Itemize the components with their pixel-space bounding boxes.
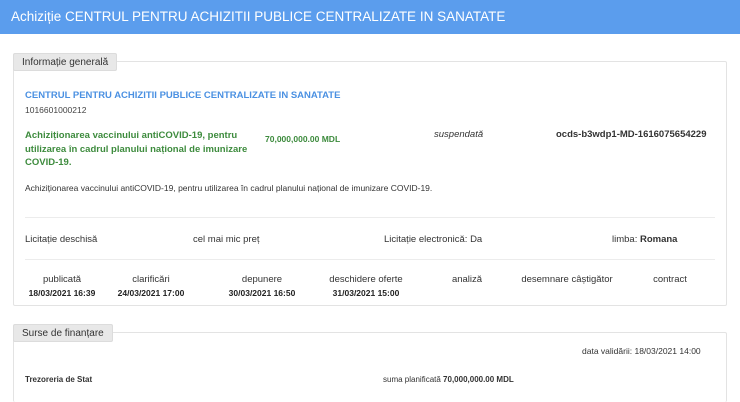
validation-date-value: 18/03/2021 14:00 <box>634 346 701 356</box>
stage-label: analiză <box>451 274 483 285</box>
stage-label: contract <box>653 274 687 285</box>
stage-label: desemnare câștigător <box>521 274 613 285</box>
tab-funding-sources[interactable]: Surse de finanțare <box>13 324 113 342</box>
buyer-name-link[interactable]: CENTRUL PENTRU ACHIZITII PUBLICE CENTRAL… <box>25 90 340 101</box>
stage-item: deschidere oferte 31/03/2021 15:00 <box>316 274 416 298</box>
stage-item: desemnare câștigător <box>507 274 627 288</box>
stage-date: 30/03/2021 16:50 <box>228 288 296 298</box>
tender-ocid: ocds-b3wdp1-MD-1616075654229 <box>556 129 707 140</box>
procurement-method: Licitație deschisă <box>25 234 98 245</box>
award-criteria: cel mai mic preț <box>193 234 260 245</box>
stage-label: deschidere oferte <box>329 274 403 285</box>
stage-label: publicată <box>42 274 82 285</box>
planned-sum-value: 70,000,000.00 MDL <box>443 375 514 384</box>
language-label: limba: <box>612 234 638 245</box>
page-header: Achiziție CENTRUL PENTRU ACHIZITII PUBLI… <box>0 0 740 34</box>
tab-general-info[interactable]: Informație generală <box>13 53 118 71</box>
divider <box>25 217 715 218</box>
divider <box>25 259 715 260</box>
planned-sum-label: suma planificată <box>383 375 441 384</box>
funding-source-name: Trezoreria de Stat <box>25 375 93 384</box>
stage-label: clarificări <box>132 274 170 285</box>
stage-label: depunere <box>241 274 283 285</box>
funding-sources-panel <box>13 332 727 402</box>
stage-date: 24/03/2021 17:00 <box>117 288 185 298</box>
tender-description: Achiziționarea vaccinului antiCOVID-19, … <box>25 183 433 193</box>
stage-item: clarificări 24/03/2021 17:00 <box>106 274 196 298</box>
language-value: Romana <box>639 234 678 245</box>
planned-sum: suma planificată 70,000,000.00 MDL <box>383 375 514 384</box>
validation-label: data validării: <box>582 346 633 356</box>
buyer-id: 1016601000212 <box>25 105 87 115</box>
tender-value: 70,000,000.00 MDL <box>265 134 341 144</box>
stage-date: 18/03/2021 16:39 <box>28 288 96 298</box>
page-title: Achiziție CENTRUL PENTRU ACHIZITII PUBLI… <box>11 9 506 24</box>
e-auction-flag: Licitație electronică: Da <box>384 234 483 245</box>
validation-date: data validării: 18/03/2021 14:00 <box>582 346 701 356</box>
tender-status: suspendată <box>434 129 484 140</box>
stage-date: 31/03/2021 15:00 <box>332 288 400 298</box>
stage-item: publicată 18/03/2021 16:39 <box>17 274 107 298</box>
stage-item: analiză <box>427 274 507 288</box>
language: limba: Romana <box>612 234 677 245</box>
tender-title: Achiziționarea vaccinului antiCOVID-19, … <box>25 130 248 168</box>
stage-item: contract <box>630 274 710 288</box>
stage-item: depunere 30/03/2021 16:50 <box>217 274 307 298</box>
